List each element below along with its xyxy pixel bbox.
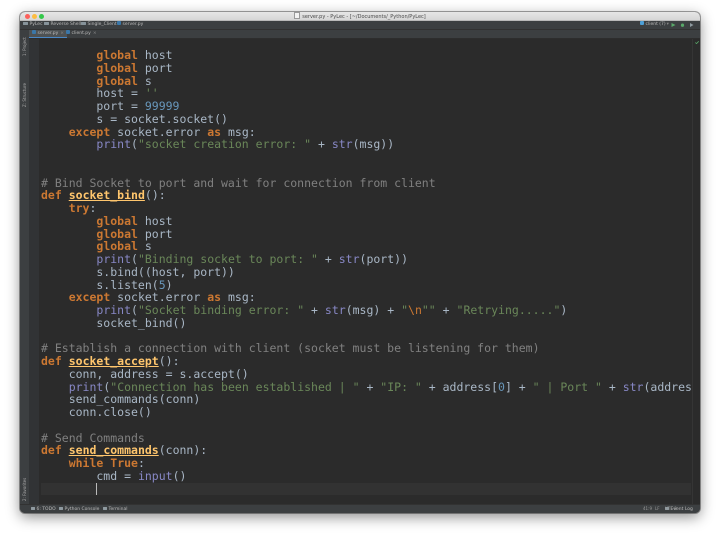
folder-icon	[44, 21, 49, 25]
title-bar: server.py - PyLec - [~/Documents/_Python…	[20, 12, 700, 21]
bottom-tool-bar: 6: TODO Python Console Terminal Event Lo…	[20, 504, 700, 513]
python-file-icon	[32, 30, 36, 34]
editor-tab-bar: server.py × client.py ×	[29, 30, 700, 39]
terminal-tool-button[interactable]: Terminal	[103, 505, 128, 513]
encoding-status[interactable]: UTF-8	[665, 506, 677, 511]
code-line-current[interactable]	[41, 482, 691, 496]
terminal-icon	[103, 506, 107, 510]
code-line[interactable]: print("socket creation error: " + str(ms…	[41, 138, 691, 151]
close-icon[interactable]: ×	[93, 31, 97, 36]
folder-icon	[81, 21, 86, 25]
breadcrumb-reverse-shell[interactable]: Reverse Shell›	[44, 21, 86, 29]
python-file-icon	[117, 21, 121, 25]
code-area[interactable]: global host global port global s host = …	[41, 49, 691, 496]
debug-button[interactable]	[680, 23, 685, 27]
tab-server-py[interactable]: server.py ×	[29, 30, 68, 38]
favorites-tool-button[interactable]: 2: Favorites	[20, 474, 29, 504]
project-tool-button[interactable]: 1: Project	[20, 36, 29, 58]
ide-window: server.py - PyLec - [~/Documents/_Python…	[20, 12, 700, 513]
run-button[interactable]	[671, 23, 676, 27]
code-line[interactable]	[41, 151, 691, 164]
right-scroll-strip[interactable]	[692, 39, 700, 504]
python-console-tool-button[interactable]: Python Console	[59, 505, 99, 513]
python-file-icon	[66, 30, 70, 34]
code-line[interactable]: socket_bind()	[41, 316, 691, 330]
code-line[interactable]: conn.close()	[41, 406, 691, 419]
line-separator-status[interactable]: LF	[655, 506, 660, 511]
cursor-position-status[interactable]: 41:9	[643, 506, 652, 511]
tab-client-py[interactable]: client.py ×	[63, 30, 100, 38]
checklist-icon	[31, 506, 35, 510]
folder-icon	[23, 21, 28, 25]
console-icon	[59, 506, 63, 510]
code-editor[interactable]: global host global port global s host = …	[39, 39, 691, 504]
todo-tool-button[interactable]: 6: TODO	[31, 505, 56, 513]
play-icon	[671, 23, 676, 27]
structure-tool-button[interactable]: Z: Structure	[20, 80, 29, 110]
run-configuration-select[interactable]: client (7)▾	[640, 21, 669, 29]
code-line[interactable]: def socket_bind():	[41, 189, 691, 202]
shield-run-icon	[690, 23, 694, 27]
check-icon	[695, 41, 699, 44]
bug-icon	[680, 23, 685, 27]
python-icon	[640, 21, 644, 25]
text-caret	[96, 482, 98, 495]
line-gutter[interactable]	[29, 39, 39, 504]
window-title: server.py - PyLec - [~/Documents/_Python…	[20, 12, 700, 20]
breadcrumb-single-client[interactable]: Single_Client›	[81, 21, 121, 29]
chevron-down-icon: ▾	[666, 22, 669, 27]
navigation-bar: PyLec› Reverse Shell› Single_Client› ser…	[20, 21, 700, 30]
document-icon	[294, 12, 301, 19]
breadcrumb-server-py[interactable]: server.py	[117, 21, 143, 29]
coverage-button[interactable]	[689, 23, 694, 27]
code-line[interactable]: cmd = input()	[41, 469, 691, 483]
